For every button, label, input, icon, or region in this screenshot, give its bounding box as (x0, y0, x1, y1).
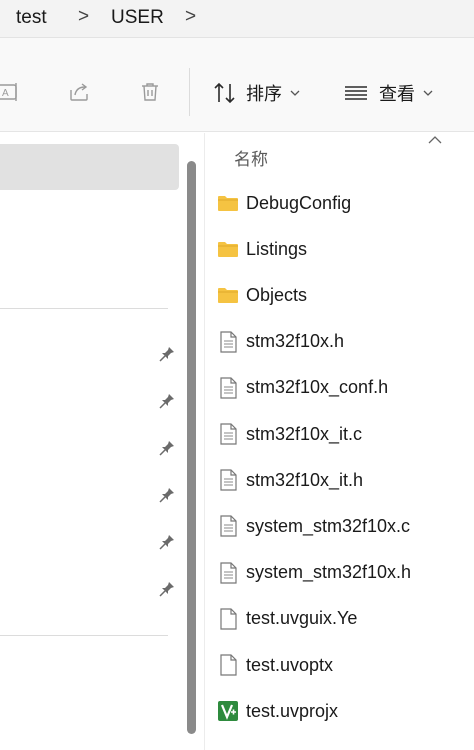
nav-selected-item[interactable] (0, 144, 179, 190)
rename-icon[interactable]: A (0, 80, 20, 104)
file-list-item[interactable]: stm32f10x_conf.h (206, 368, 474, 408)
sort-icon (214, 82, 235, 104)
sort-label: 排序 (246, 84, 282, 104)
text-file-icon (220, 423, 237, 445)
folder-icon (218, 196, 238, 211)
breadcrumb-separator-icon[interactable]: > (78, 6, 89, 28)
file-name: stm32f10x.h (246, 331, 345, 352)
file-name: test.uvprojx (246, 700, 339, 721)
breadcrumb: test > USER > (0, 0, 474, 38)
nav-divider (0, 308, 168, 309)
column-header-name[interactable]: 名称 (234, 145, 268, 170)
svg-text:A: A (2, 88, 9, 99)
nav-divider (0, 635, 168, 636)
file-list-item[interactable]: test.uvoptx (206, 645, 474, 685)
blank-file-icon (220, 654, 237, 676)
folder-icon (218, 242, 238, 258)
file-list-item[interactable]: stm32f10x.h (206, 322, 474, 362)
pin-icon[interactable] (158, 439, 176, 457)
file-name: Listings (246, 238, 308, 259)
folder-icon (218, 288, 238, 304)
file-name: Objects (246, 284, 308, 305)
file-list-item[interactable]: test.uvprojx (206, 691, 474, 731)
pin-icon[interactable] (158, 533, 176, 551)
file-name: stm32f10x_it.h (246, 469, 364, 490)
keil-project-icon (218, 701, 238, 722)
text-file-icon (220, 377, 237, 399)
navigation-pane (0, 133, 205, 750)
file-list-item[interactable]: DebugConfig (206, 183, 474, 223)
share-icon[interactable] (67, 80, 91, 104)
file-name: system_stm32f10x.h (246, 562, 412, 583)
breadcrumb-separator-icon[interactable]: > (185, 6, 196, 28)
text-file-icon (220, 469, 237, 491)
sort-button[interactable]: 排序 (212, 78, 300, 108)
pin-icon[interactable] (158, 580, 176, 598)
file-name: DebugConfig (246, 192, 352, 213)
view-button[interactable]: 查看 (343, 78, 433, 108)
sort-caret-up-icon (428, 136, 442, 144)
text-file-icon (220, 330, 237, 353)
pin-icon[interactable] (158, 486, 176, 504)
breadcrumb-item-user[interactable]: USER (111, 7, 164, 29)
chevron-down-icon (290, 90, 300, 96)
view-icon (345, 86, 367, 100)
delete-icon[interactable] (138, 80, 162, 104)
breadcrumb-item-test[interactable]: test (16, 7, 47, 29)
file-list-pane: 名称 DebugConfig Listings Objects stm32f10x.h… (206, 133, 474, 750)
file-name: test.uvoptx (246, 654, 334, 675)
blank-file-icon (220, 608, 237, 630)
file-list-item[interactable]: Objects (206, 275, 474, 315)
chevron-down-icon (423, 90, 433, 96)
file-list-item[interactable]: Listings (206, 229, 474, 269)
pin-icon[interactable] (158, 392, 176, 410)
file-list-item[interactable]: stm32f10x_it.c (206, 414, 474, 454)
file-name: system_stm32f10x.c (246, 515, 411, 536)
command-bar: A 排序 查看 (0, 38, 474, 132)
view-label: 查看 (379, 84, 415, 104)
file-name: test.uvguix.Ye (246, 608, 358, 629)
pin-icon[interactable] (158, 345, 176, 363)
text-file-icon (220, 561, 237, 584)
file-list-item[interactable]: system_stm32f10x.c (206, 506, 474, 546)
scrollbar-thumb[interactable] (187, 161, 196, 734)
toolbar-divider (189, 68, 190, 116)
text-file-icon (220, 515, 237, 537)
file-name: stm32f10x_it.c (246, 423, 363, 444)
file-list-item[interactable]: stm32f10x_it.h (206, 460, 474, 500)
file-name: stm32f10x_conf.h (246, 377, 389, 398)
file-list-item[interactable]: test.uvguix.Ye (206, 599, 474, 639)
file-list-item[interactable]: system_stm32f10x.h (206, 553, 474, 593)
